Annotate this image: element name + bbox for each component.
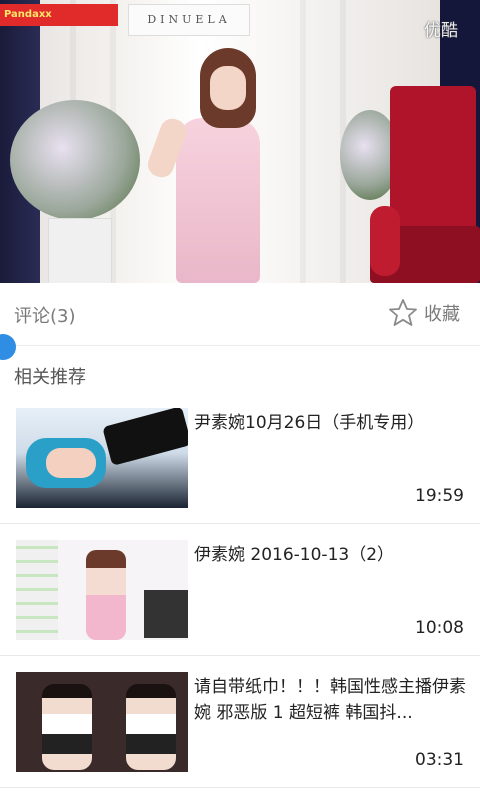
section-title-related: 相关推荐 (14, 367, 86, 388)
video-title: 请自带纸巾！！！韩国性感主播伊素婉 邪恶版 1 超短裤 韩国抖... (194, 677, 466, 723)
star-icon (389, 299, 417, 326)
video-title: 伊素婉 2016-10-13（2） (194, 545, 395, 565)
list-item[interactable]: 伊素婉 2016-10-13（2） 10:08 (0, 524, 480, 656)
flower-bouquet (10, 100, 140, 220)
list-item[interactable]: 请自带纸巾！！！韩国性感主播伊素婉 邪恶版 1 超短裤 韩国抖... 03:31 (0, 656, 480, 788)
video-duration: 10:08 (415, 618, 464, 638)
video-title: 尹素婉10月26日（手机专用） (194, 413, 425, 433)
video-player[interactable]: DINUELA Pandaxx 优酷 (0, 0, 480, 283)
favorite-label: 收藏 (424, 304, 460, 325)
video-thumbnail (16, 408, 188, 508)
performer-face (210, 66, 246, 110)
video-duration: 03:31 (415, 750, 464, 770)
curtain (300, 0, 306, 283)
performer-dress (176, 118, 260, 283)
favorite-button[interactable]: 收藏 (388, 298, 460, 328)
studio-sign: DINUELA (128, 4, 250, 36)
youku-watermark: 优酷 (424, 21, 458, 41)
streamer-badge: Pandaxx (0, 4, 118, 26)
comments-link[interactable]: 评论(3) (14, 302, 76, 328)
video-thumbnail (16, 540, 188, 640)
red-chair (370, 86, 480, 283)
action-bar: 评论(3) 收藏 (0, 283, 480, 346)
list-item[interactable]: 尹素婉10月26日（手机专用） 19:59 (0, 392, 480, 524)
video-thumbnail (16, 672, 188, 772)
related-list: 尹素婉10月26日（手机专用） 19:59 伊素婉 2016-10-13（2） … (0, 392, 480, 788)
video-duration: 19:59 (415, 486, 464, 506)
pedestal (48, 218, 112, 283)
